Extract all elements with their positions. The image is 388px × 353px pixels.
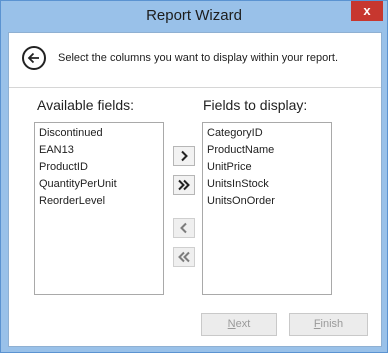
report-wizard-window: Report Wizard x Select the columns you w…: [0, 0, 388, 353]
add-field-button[interactable]: [173, 146, 195, 166]
list-item[interactable]: EAN13: [39, 142, 163, 159]
double-chevron-left-icon: [178, 251, 190, 263]
list-item[interactable]: UnitsInStock: [207, 176, 331, 193]
next-button[interactable]: Next: [201, 313, 277, 336]
finish-label: inish: [320, 318, 344, 330]
page-instruction: Select the columns you want to display w…: [58, 52, 339, 64]
back-arrow-icon: [27, 52, 39, 64]
chevron-left-icon: [180, 222, 187, 234]
finish-mnemonic: F: [313, 318, 321, 330]
fields-to-display-label: Fields to display:: [203, 97, 308, 113]
fields-to-display-list[interactable]: CategoryID ProductName UnitPrice UnitsIn…: [202, 122, 332, 295]
wizard-page: Select the columns you want to display w…: [8, 32, 382, 347]
list-item[interactable]: ProductName: [207, 142, 331, 159]
available-fields-label: Available fields:: [37, 97, 135, 113]
list-item[interactable]: UnitsOnOrder: [207, 193, 331, 210]
next-label: ext: [235, 318, 251, 330]
close-icon: x: [363, 3, 371, 18]
close-button[interactable]: x: [351, 1, 383, 21]
remove-all-fields-button[interactable]: [173, 247, 195, 267]
available-fields-list[interactable]: Discontinued EAN13 ProductID QuantityPer…: [34, 122, 164, 295]
list-item[interactable]: UnitPrice: [207, 159, 331, 176]
wizard-header: Select the columns you want to display w…: [9, 33, 381, 87]
header-divider: [9, 87, 381, 88]
list-item[interactable]: ReorderLevel: [39, 193, 163, 210]
add-all-fields-button[interactable]: [173, 175, 195, 195]
back-button[interactable]: [22, 46, 46, 70]
list-item[interactable]: Discontinued: [39, 125, 163, 142]
finish-button[interactable]: Finish: [289, 313, 368, 336]
list-item[interactable]: ProductID: [39, 159, 163, 176]
next-mnemonic: N: [227, 318, 236, 330]
title-bar[interactable]: Report Wizard x: [1, 1, 387, 32]
chevron-right-icon: [181, 150, 188, 162]
list-item[interactable]: QuantityPerUnit: [39, 176, 163, 193]
double-chevron-right-icon: [178, 179, 190, 191]
list-item[interactable]: CategoryID: [207, 125, 331, 142]
remove-field-button[interactable]: [173, 218, 195, 238]
window-title: Report Wizard: [146, 7, 242, 24]
